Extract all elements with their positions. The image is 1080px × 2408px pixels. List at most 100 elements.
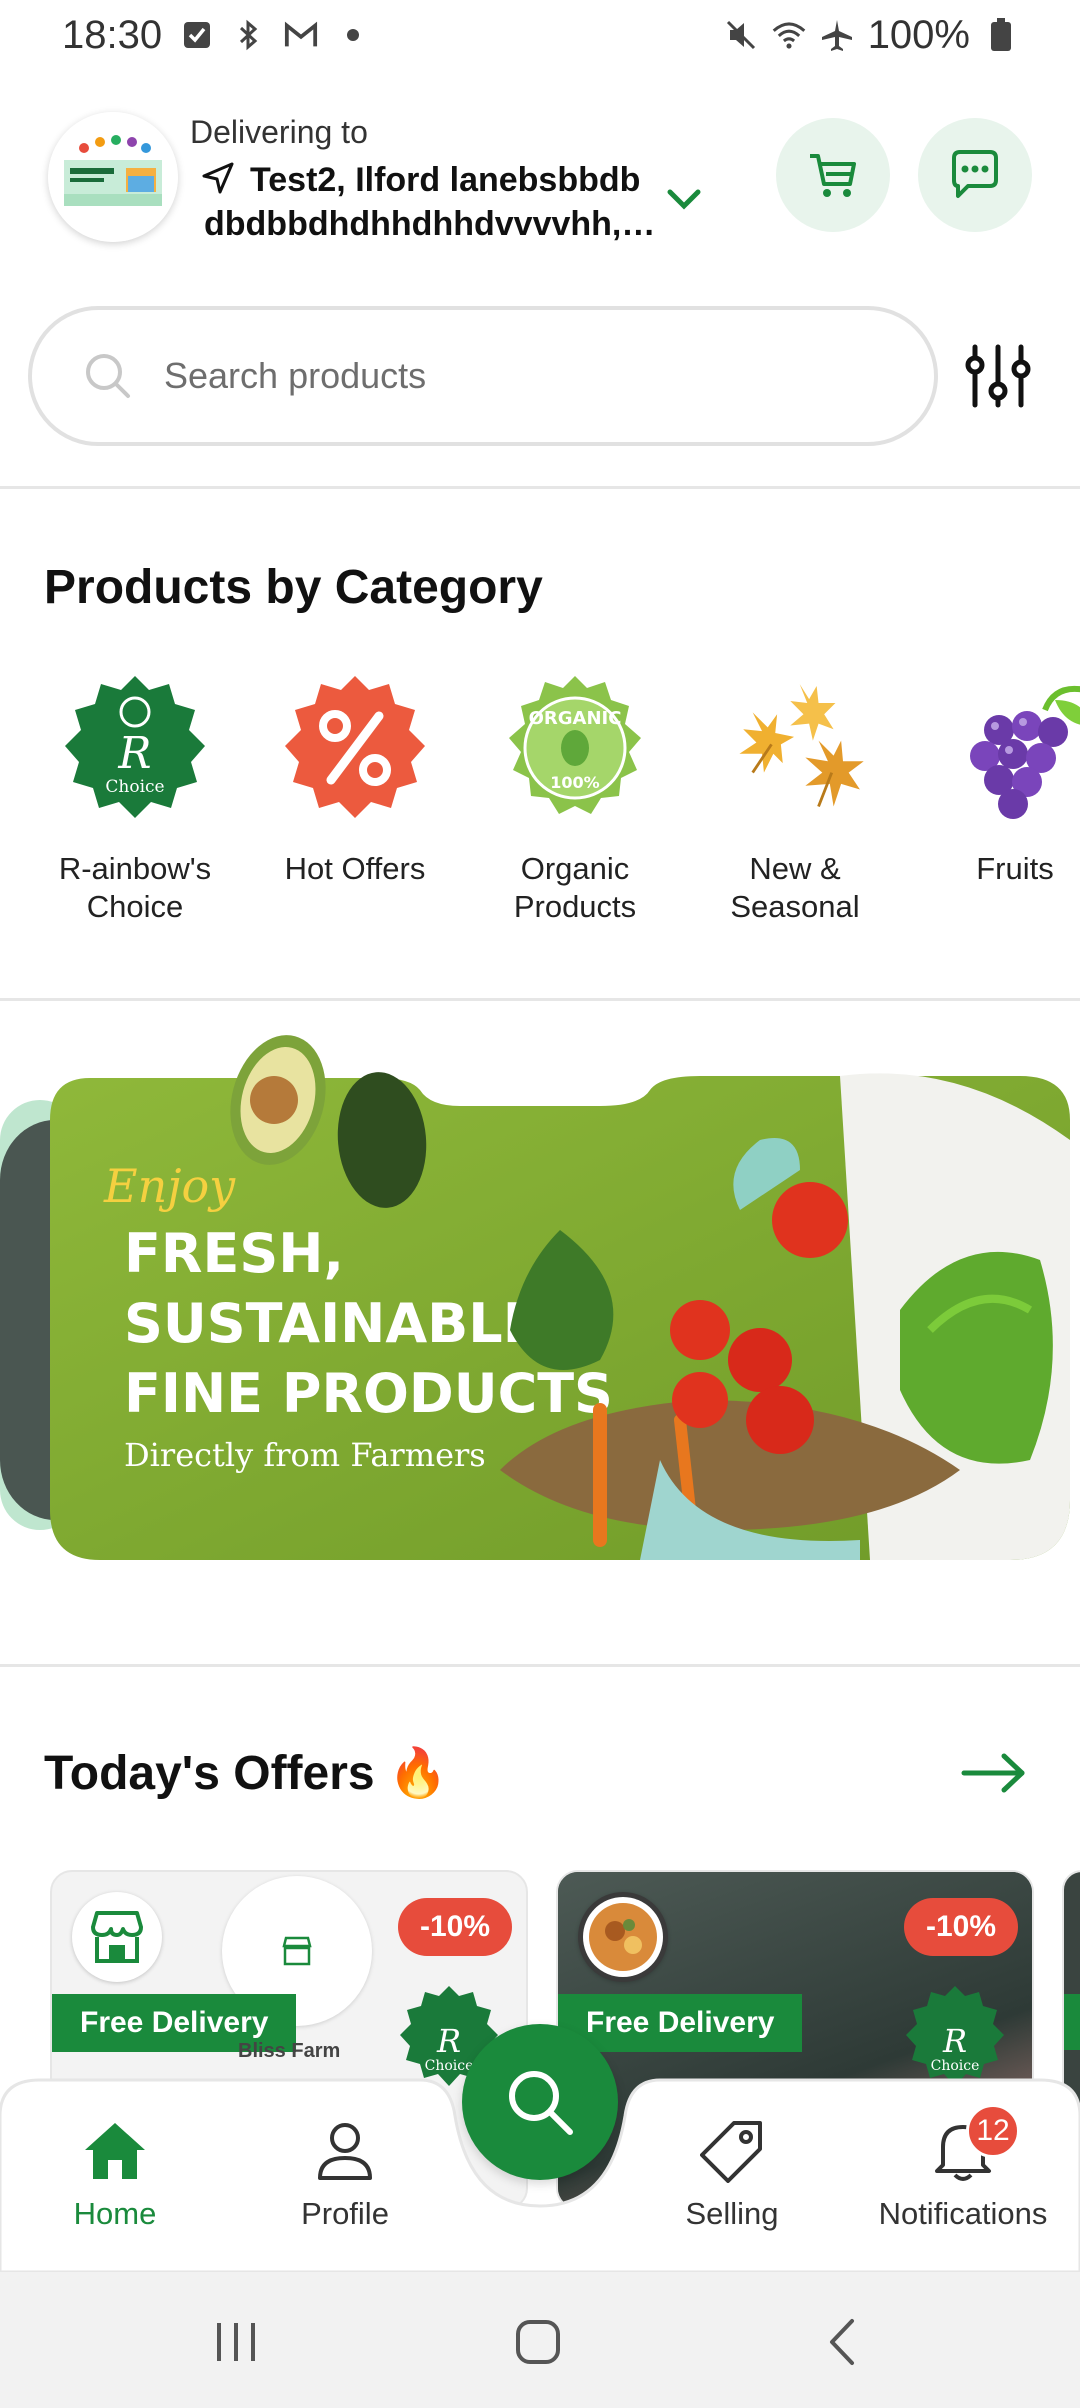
categories-row: R Choice R-ainbow's Choice Hot Offers OR… <box>0 670 1080 950</box>
nav-home[interactable]: Home <box>25 2116 205 2232</box>
category-new-seasonal[interactable]: New & Seasonal <box>690 670 900 926</box>
store-logo[interactable] <box>48 112 178 242</box>
divider <box>0 998 1080 1001</box>
checkbox-icon <box>180 18 214 52</box>
food-plate-icon <box>583 1897 663 1977</box>
autumn-leaves-icon <box>715 670 875 830</box>
category-label-line2: Seasonal <box>730 889 860 924</box>
categories-title: Products by Category <box>44 561 543 614</box>
wifi-icon <box>772 18 806 52</box>
system-navigation-bar <box>0 2272 1080 2408</box>
home-icon <box>80 2116 150 2186</box>
nav-profile[interactable]: Profile <box>255 2116 435 2232</box>
nav-selling[interactable]: Selling <box>642 2116 822 2232</box>
back-button[interactable] <box>812 2312 872 2372</box>
bell-icon: 12 <box>928 2104 1020 2186</box>
category-label-line1: R-ainbow's <box>58 851 212 886</box>
farm-avatar <box>578 1892 668 1982</box>
cart-button[interactable] <box>776 118 890 232</box>
svg-text:R: R <box>117 728 151 779</box>
grapes-icon <box>935 670 1080 830</box>
svg-text:Choice: Choice <box>105 777 164 797</box>
battery-icon <box>984 18 1018 52</box>
farm-name: Bliss Farm <box>238 2040 341 2062</box>
nav-notifications-label: Notifications <box>878 2196 1048 2231</box>
rainbows-choice-badge-icon: R Choice <box>55 670 215 830</box>
chat-button[interactable] <box>918 118 1032 232</box>
free-delivery-badge: Free Delivery <box>558 1994 803 2052</box>
percent-badge-icon <box>275 670 435 830</box>
notification-count-badge: 12 <box>966 2104 1020 2158</box>
category-fruits[interactable]: Fruits <box>910 670 1080 888</box>
delivering-label: Delivering to <box>190 114 368 150</box>
dot-icon <box>336 18 370 52</box>
offers-title-text: Today's Offers <box>44 1747 375 1800</box>
nav-home-label: Home <box>73 2196 157 2231</box>
status-time: 18:30 <box>62 12 163 57</box>
filter-button[interactable] <box>958 336 1038 416</box>
nav-notifications[interactable]: 12 Notifications <box>873 2104 1053 2232</box>
chat-icon <box>952 150 998 198</box>
address-line2: dbdbbdhdhhdhhdvvvvhh, G... <box>204 205 664 243</box>
discount-badge: -10% <box>397 1898 512 1956</box>
mute-icon <box>724 18 758 52</box>
back-chevron-icon <box>830 2319 854 2365</box>
promo-banner[interactable]: Enjoy FRESH, SUSTAINABLE, FINE PRODUCTS … <box>0 1030 1080 1570</box>
search-bar[interactable] <box>28 306 938 446</box>
search-fab-button[interactable] <box>462 2024 618 2180</box>
location-arrow-icon <box>202 162 234 194</box>
banner-line2: SUSTAINABLE, <box>124 1292 560 1355</box>
nav-profile-label: Profile <box>301 2196 389 2231</box>
store-icon <box>282 1936 312 1966</box>
tag-icon <box>697 2116 767 2186</box>
cart-icon <box>810 154 856 197</box>
search-input[interactable] <box>164 355 864 397</box>
filter-sliders-icon <box>965 344 1031 408</box>
address-line1: Test2, Ilford lanebsbbdb <box>250 161 641 199</box>
recents-icon <box>217 2323 255 2361</box>
category-label-line1: Hot Offers <box>284 851 426 886</box>
divider <box>0 1664 1080 1667</box>
store-icon <box>91 1911 143 1963</box>
app-header: Delivering to Test2, Ilford lanebsbbdb d… <box>0 100 1080 260</box>
home-system-button[interactable] <box>508 2312 568 2372</box>
svg-text:R: R <box>942 2022 967 2060</box>
organic-badge-icon: ORGANIC 100% <box>495 670 655 830</box>
home-square-icon <box>516 2320 560 2364</box>
battery-percent: 100% <box>867 12 970 57</box>
offers-title: Today's Offers 🔥 <box>44 1744 448 1801</box>
category-label-line2: Choice <box>86 889 184 924</box>
farm-avatar <box>72 1892 162 1982</box>
category-label-line1: Organic <box>520 851 630 886</box>
free-delivery-badge-peek <box>1064 1994 1080 2050</box>
svg-text:R: R <box>436 2022 461 2060</box>
svg-text:100%: 100% <box>550 773 599 792</box>
svg-text:Choice: Choice <box>425 2058 474 2074</box>
chevron-down-icon[interactable] <box>662 178 706 222</box>
banner-subtitle: Directly from Farmers <box>124 1436 486 1474</box>
bluetooth-icon <box>232 18 266 52</box>
arrow-right-icon[interactable] <box>960 1748 1030 1798</box>
search-icon <box>86 354 130 398</box>
airplane-icon <box>820 18 854 52</box>
svg-text:Choice: Choice <box>931 2058 980 2074</box>
svg-text:ORGANIC: ORGANIC <box>529 708 622 729</box>
category-label-line2: Products <box>513 889 637 924</box>
recents-button[interactable] <box>206 2312 266 2372</box>
category-label-line1: Fruits <box>976 851 1054 886</box>
search-icon <box>509 2071 573 2135</box>
category-organic-products[interactable]: ORGANIC 100% Organic Products <box>470 670 680 926</box>
banner-enjoy: Enjoy <box>103 1159 236 1213</box>
divider <box>0 486 1080 489</box>
nav-selling-label: Selling <box>685 2196 779 2231</box>
category-rainbows-choice[interactable]: R Choice R-ainbow's Choice <box>30 670 240 926</box>
banner-line3: FINE PRODUCTS <box>124 1362 613 1425</box>
fire-icon: 🔥 <box>387 1747 448 1800</box>
gmail-icon <box>284 18 318 52</box>
delivery-address[interactable]: Test2, Ilford lanebsbbdb dbdbbdhdhhdhhdv… <box>202 158 664 246</box>
user-icon <box>310 2116 380 2186</box>
category-hot-offers[interactable]: Hot Offers <box>250 670 460 888</box>
discount-badge: -10% <box>903 1898 1018 1956</box>
category-label-line1: New & <box>749 851 841 886</box>
status-bar: 18:30 100% <box>0 0 1080 70</box>
